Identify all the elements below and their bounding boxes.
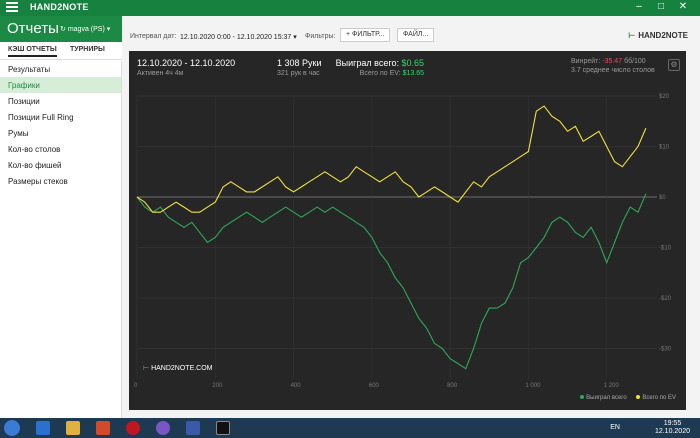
sidebar-item-positions-full-ring[interactable]: Позиции Full Ring [0,109,121,125]
legend-dot-won [580,395,585,399]
plus-icon: + [346,31,351,38]
report-tabs: КЭШ ОТЧЕТЫ ТУРНИРЫ [0,42,122,60]
sidebar-item-stack-sizes[interactable]: Размеры стеков [0,173,121,189]
tab-cash-reports[interactable]: КЭШ ОТЧЕТЫ [8,46,57,57]
y-tick-label: -$20 [659,296,672,302]
filter-button-label: ФИЛЬТР... [352,31,385,38]
x-tick-label: 1 200 [604,383,620,389]
x-tick-label: 400 [291,383,302,389]
opera-icon[interactable] [126,421,140,435]
taskbar: EN 19:55 12.10.2020 [0,418,700,438]
x-tick-label: 1 000 [525,383,541,389]
x-tick-label: 600 [369,383,380,389]
hand2note-logo: ⊢ HAND2NOTE [628,31,688,40]
watermark-text: HAND2NOTE.COM [151,365,213,372]
x-tick-label: 800 [447,383,458,389]
profile-name: magva (PS) [67,26,105,33]
interval-value: 12.10.2020 0:00 - 12.10.2020 15:37 [180,34,292,41]
results-chart: $20 $10 $0 -$10 -$20 -$30 0 200 400 600 800 1 000 1 … [134,94,672,389]
sidebar-item-graphs[interactable]: Графики [0,77,121,93]
legend-dot-ev [636,395,641,399]
title-bar: HAND2NOTE – □ ✕ [0,0,700,16]
y-tick-label: -$10 [659,246,672,252]
minimize-icon[interactable]: – [628,1,650,12]
interval-dropdown[interactable]: 12.10.2020 0:00 - 12.10.2020 15:37 ▾ [180,33,297,41]
media-player-icon[interactable] [96,421,110,435]
chevron-down-icon: ▾ [293,34,297,41]
refresh-icon[interactable]: ↻ [60,26,66,33]
series-line-won [136,193,647,370]
chevron-down-icon: ▾ [106,26,111,33]
clock[interactable]: 19:55 12.10.2020 [655,420,690,436]
viber-icon[interactable] [156,421,170,435]
y-tick-label: $10 [659,145,670,151]
x-tick-label: 200 [212,383,223,389]
language-indicator[interactable]: EN [610,424,620,431]
toolbar: Интервал дат: 12.10.2020 0:00 - 12.10.20… [122,16,700,46]
filter-button[interactable]: + ФИЛЬТР... [340,28,391,42]
profile-selector[interactable]: ↻ magva (PS) ▾ [60,25,110,33]
content-area: Интервал дат: 12.10.2020 0:00 - 12.10.20… [122,16,700,418]
filters-label: Фильтры: [305,33,336,40]
watermark-mark-icon: ⊢ [143,365,150,372]
window-controls: – □ ✕ [628,1,694,12]
graph-panel: 12.10.2020 - 12.10.2020 Активен 4ч 4м 1 … [129,51,686,410]
sidebar-item-rooms[interactable]: Румы [0,125,121,141]
logo-mark-icon: ⊢ [628,31,636,40]
chart-watermark: ⊢ HAND2NOTE.COM [143,364,213,372]
folder-icon[interactable] [66,421,80,435]
series-line-ev [136,105,647,213]
reports-header: Отчеты ↻ magva (PS) ▾ [0,16,122,42]
sidebar-item-positions[interactable]: Позиции [0,93,121,109]
y-tick-label: $20 [659,94,670,100]
hand2note-taskbar-icon[interactable] [216,421,230,435]
logo-text: HAND2NOTE [638,31,688,40]
legend-ev-label: Всего по EV [642,395,676,401]
interval-label: Интервал дат: [130,33,177,40]
legend-won-label: Выиграл всего [586,395,627,401]
tab-tournaments[interactable]: ТУРНИРЫ [70,46,105,53]
save-icon[interactable] [186,421,200,435]
hamburger-menu-icon[interactable] [6,2,18,14]
app-name: HAND2NOTE [30,2,89,12]
file-button[interactable]: ФАЙЛ... [397,28,435,42]
sidebar-item-results[interactable]: Результаты [0,61,121,77]
start-button-icon[interactable] [4,420,20,436]
ie-icon[interactable] [36,421,50,435]
chart-legend: Выиграл всего Всего по EV [572,395,676,401]
sidebar: Результаты Графики Позиции Позиции Full … [0,61,122,418]
y-tick-label: -$30 [659,347,672,353]
y-tick-label: $0 [659,195,666,201]
sidebar-item-chip-count[interactable]: Кол-во фишей [0,157,121,173]
maximize-icon[interactable]: □ [650,1,672,12]
close-icon[interactable]: ✕ [672,1,694,12]
sidebar-item-table-count[interactable]: Кол-во столов [0,141,121,157]
page-title: Отчеты [7,20,59,37]
x-tick-label: 0 [134,383,138,389]
